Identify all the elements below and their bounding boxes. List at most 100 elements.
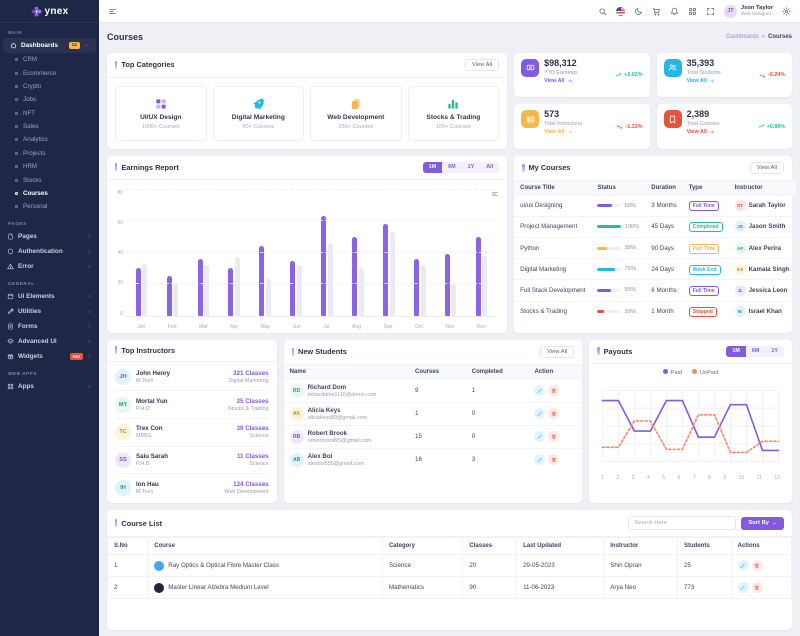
view-all-link[interactable]: View All (544, 78, 578, 84)
range-1m-button[interactable]: 1M (423, 162, 443, 173)
earnings-bar-chart: 806040200 JanFebMarAprMayJunJulAugSepOct… (107, 180, 507, 333)
avatar: IH (115, 480, 131, 496)
sidebar-item-crypto[interactable]: Crypto (0, 80, 99, 93)
category-list: UI/UX Design 1000+ Courses Digital Marke… (107, 78, 507, 149)
student-courses: 15 (409, 425, 466, 448)
sidebar-item-crm[interactable]: CRM (0, 53, 99, 66)
sidebar-item-pages[interactable]: Pages (0, 229, 99, 244)
edit-button[interactable] (534, 431, 545, 442)
logo[interactable]: ynex (0, 0, 99, 23)
user-menu[interactable]: JT Json Taylor Web Designer (724, 5, 773, 18)
instructor-degree: M.Tech (136, 378, 170, 384)
delete-button[interactable] (548, 408, 559, 419)
breadcrumb-parent[interactable]: Dashboards (726, 34, 758, 40)
sidebar-item-advanced-ui[interactable]: Advanced Ui (0, 334, 99, 349)
sidebar-item-nft[interactable]: NFT (0, 107, 99, 120)
instructor-row[interactable]: TCTrex ConMBBS 39 ClassesScience (115, 418, 269, 446)
card-title: Course List (115, 519, 162, 528)
instructor-row[interactable]: IHIon HauM.Tech 124 ClassesWeb Developme… (115, 473, 269, 501)
sidebar-item-stocks[interactable]: Stocks (0, 173, 99, 186)
chevron-right-icon (87, 234, 92, 239)
edit-button[interactable] (534, 454, 545, 465)
sidebar-item-forms[interactable]: Forms (0, 319, 99, 334)
sidebar-item-analytics[interactable]: Analytics (0, 133, 99, 146)
range-all-button[interactable]: All (480, 162, 499, 173)
instructor-name: Alex Perira (749, 245, 781, 252)
sidebar-section-pages: Pages (0, 214, 99, 229)
column-header: Completed (466, 365, 529, 380)
sidebar-pages-group: PagesAuthenticationError (0, 229, 99, 274)
view-all-button[interactable]: View All (465, 59, 499, 71)
sidebar-item-utilities[interactable]: Utilities (0, 304, 99, 319)
sidebar-item-courses[interactable]: Courses (0, 187, 99, 200)
sidebar-item-widgets[interactable]: WidgetsHot (0, 349, 99, 364)
instructor-row[interactable]: MYMortal YunP.H.D 25 ClassesStocks & Tra… (115, 390, 269, 418)
stat-trend: +0.89% (758, 123, 785, 130)
category-stocks-trading[interactable]: Stocks & Trading 100+ Courses (408, 86, 500, 141)
course-duration: 24 Days (645, 259, 682, 280)
range-1y-button[interactable]: 1Y (462, 162, 481, 173)
instructor-row[interactable]: JHJohn HenryM.Tech 321 ClassesDigital Ma… (115, 364, 269, 391)
sidebar-item-hrm[interactable]: HRM (0, 160, 99, 173)
sidebar-item-ecommerce[interactable]: Ecommerce (0, 66, 99, 79)
range-1m-button[interactable]: 1M (726, 346, 746, 357)
settings-gear-icon[interactable] (782, 7, 791, 16)
cart-icon[interactable] (652, 7, 661, 16)
sidebar-item-projects[interactable]: Projects (0, 147, 99, 160)
sidebar-item-sales[interactable]: Sales (0, 120, 99, 133)
sidebar-item-error[interactable]: Error (0, 259, 99, 274)
classes-count: 321 Classes (228, 370, 268, 377)
instructor-name: Israel Khan (749, 308, 782, 315)
range-6m-button[interactable]: 6M (746, 346, 766, 357)
edit-button[interactable] (738, 560, 749, 571)
edit-button[interactable] (738, 582, 749, 593)
search-input[interactable] (628, 516, 736, 530)
category-ui-ux-design[interactable]: UI/UX Design 1000+ Courses (115, 86, 207, 141)
sort-by-button[interactable]: Sort By (741, 517, 784, 530)
apps-grid-icon[interactable] (688, 7, 697, 16)
bar-previous (451, 284, 456, 316)
range-1y-button[interactable]: 1Y (765, 346, 784, 357)
view-all-button[interactable]: View All (540, 346, 574, 358)
language-flag-icon[interactable] (616, 7, 625, 16)
sidebar-item-ui-elements[interactable]: Ui Elements (0, 289, 99, 304)
instructor-row[interactable]: SSSaiu SarahP.H.D 11 ClassesScience (115, 446, 269, 474)
edit-button[interactable] (534, 385, 545, 396)
sidebar-item-dashboards[interactable]: Dashboards 12 (3, 38, 96, 53)
delete-button[interactable] (548, 431, 559, 442)
column-header: Classes (463, 538, 517, 555)
delete-button[interactable] (752, 582, 763, 593)
category-web-development[interactable]: Web Development 250+ Courses (310, 86, 402, 141)
delete-button[interactable] (548, 385, 559, 396)
sidebar-item-apps[interactable]: Apps (0, 379, 99, 394)
search-icon[interactable] (598, 7, 607, 16)
range-6m-button[interactable]: 6M (442, 162, 462, 173)
fullscreen-icon[interactable] (706, 7, 715, 16)
instructor-name: Kamala Singh (749, 266, 790, 273)
student-completed: 3 (466, 448, 529, 471)
view-all-link[interactable]: View All (687, 78, 721, 84)
dark-mode-moon-icon[interactable] (634, 7, 643, 16)
instructor-name: Jessica Leon (749, 287, 788, 294)
sidebar-item-authentication[interactable]: Authentication (0, 244, 99, 259)
delete-button[interactable] (548, 454, 559, 465)
view-all-link[interactable]: View All (544, 129, 582, 135)
notifications-bell-icon[interactable] (670, 7, 679, 16)
view-all-link[interactable]: View All (687, 129, 720, 135)
sidebar-section-main: Main (0, 23, 99, 38)
sidebar-item-jobs[interactable]: Jobs (0, 93, 99, 106)
payouts-line-chart: Paid UnPaid 123456789101112 (589, 364, 792, 503)
menu-toggle-icon[interactable] (108, 7, 117, 16)
x-tick-label: 2 (616, 475, 619, 481)
course-thumb (154, 561, 164, 571)
my-courses-card: My Courses View All Course Title Status … (514, 156, 792, 333)
x-tick-label: Sep (384, 324, 393, 330)
chevron-right-icon (87, 249, 92, 254)
edit-button[interactable] (534, 408, 545, 419)
breadcrumb-separator: » (762, 34, 765, 40)
column-header: Course (148, 538, 383, 555)
delete-button[interactable] (752, 560, 763, 571)
category-digital-marketing[interactable]: Digital Marketing 90+ Courses (213, 86, 305, 141)
view-all-button[interactable]: View All (750, 162, 784, 174)
sidebar-item-personal[interactable]: Personal (0, 200, 99, 213)
